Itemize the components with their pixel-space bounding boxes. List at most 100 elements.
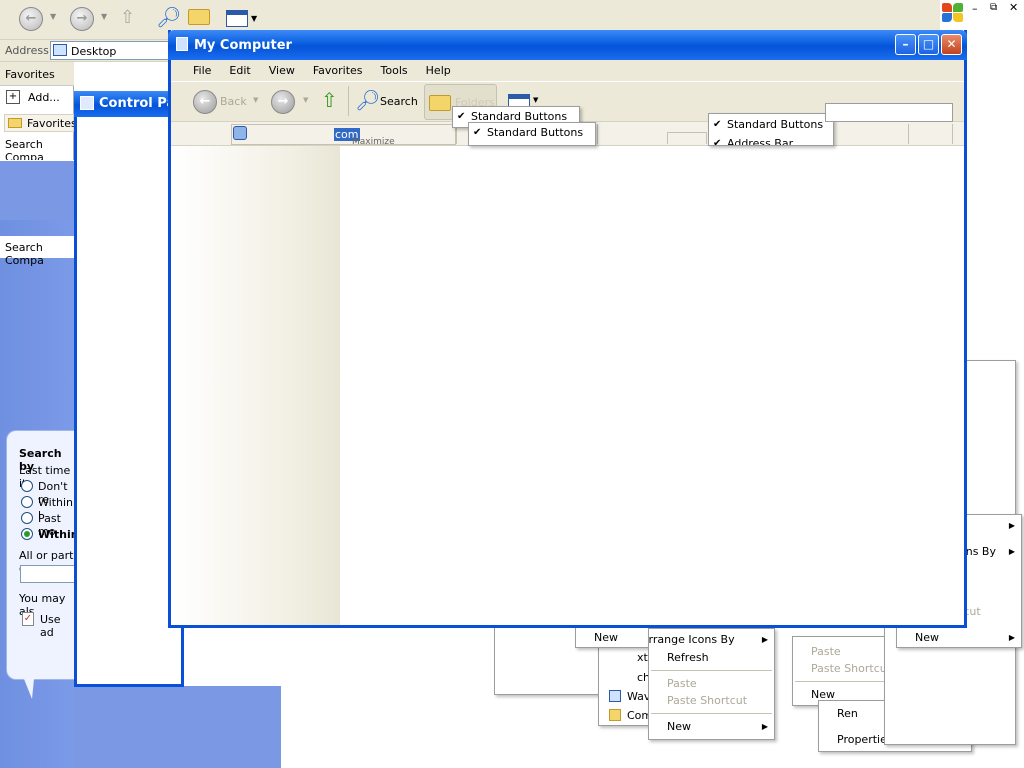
dropdown-arrow-icon[interactable]: ▼ — [533, 96, 538, 104]
views-icon[interactable] — [226, 10, 248, 27]
favorites-folder-label: Favorites — [27, 117, 77, 130]
address-value: Desktop — [71, 45, 117, 58]
menu-favorites[interactable]: Favorites — [304, 60, 372, 82]
part-of-name-input[interactable] — [20, 565, 76, 583]
dropdown-arrow-icon[interactable]: ▼ — [253, 96, 258, 104]
address-input[interactable]: com Maximize — [231, 124, 456, 145]
up-folder-icon[interactable]: ⇧ — [321, 88, 338, 112]
address-field[interactable]: Desktop — [50, 41, 180, 60]
back-icon[interactable]: ← — [19, 7, 43, 31]
menu-item-arrange-label: Arrange Icons By — [649, 633, 735, 646]
minimize-icon[interactable]: – — [972, 2, 978, 15]
address-bar: Address Desktop — [0, 40, 180, 62]
menu-item-paste[interactable]: Paste — [793, 643, 887, 660]
check-icon: ✔ — [457, 111, 466, 122]
desktop-icon — [53, 44, 67, 56]
menu-item-standard-buttons[interactable]: ✔ Standard Buttons — [709, 116, 833, 133]
menu-view[interactable]: View — [260, 60, 304, 82]
folders-icon[interactable] — [188, 9, 210, 25]
restore-icon[interactable]: ⧉ — [990, 2, 997, 13]
search-companion-label-2: Search Compa — [5, 241, 44, 267]
submenu-arrow-icon: ▶ — [1008, 521, 1015, 530]
submenu-arrow-icon: ▶ — [1008, 633, 1015, 642]
menu-item-refresh[interactable]: Refresh — [649, 649, 774, 666]
blank-menu-fragment — [825, 103, 953, 122]
close-button[interactable]: ✕ — [941, 34, 962, 55]
menu-item-paste[interactable]: Paste — [649, 675, 774, 692]
back-icon[interactable]: ← — [193, 90, 217, 114]
menu-item-standard-buttons[interactable]: ✔ Standard Buttons — [469, 124, 595, 141]
dropdown-arrow-icon[interactable]: ▼ — [303, 96, 308, 104]
add-favorite-label: Add... — [28, 91, 60, 104]
add-favorite-icon: + — [6, 90, 20, 104]
partial-item-1[interactable]: xt — [637, 651, 648, 664]
partial-item-3[interactable]: Wav — [627, 690, 650, 703]
menu-item-standard-buttons-label: Standard Buttons — [727, 118, 824, 131]
menu-item-new-label: New — [915, 631, 939, 644]
toolbars-menu-c: ✔ Standard Buttons ✔ Address Bar — [708, 113, 834, 146]
context-menu-center: Arrange Icons By ▶ Refresh Paste Paste S… — [648, 628, 775, 740]
search-companion-header: Search Compa — [0, 236, 74, 267]
dropdown-arrow-icon[interactable]: ▼ — [251, 14, 257, 23]
menu-item-standard-buttons-label: Standard Buttons — [487, 126, 584, 139]
favorites-folder-item[interactable]: Favorites — [4, 114, 77, 132]
search-icon[interactable]: 🔎︎ — [156, 5, 181, 29]
menu-item-paste-label: Paste — [811, 645, 841, 658]
up-folder-icon[interactable]: ⇧ — [120, 7, 135, 28]
favorites-header: Favorites — [0, 62, 74, 86]
menu-item-paste-shortcut[interactable]: Paste Shortcut — [793, 660, 887, 677]
folders-icon — [429, 95, 451, 111]
minimize-button[interactable]: – — [895, 34, 916, 55]
toolbar-separator — [348, 86, 349, 116]
my-computer-titlebar[interactable]: My Computer – □ ✕ — [168, 30, 967, 60]
advanced-checkbox-label: Use ad — [40, 613, 61, 639]
radio-option-3[interactable] — [21, 512, 33, 524]
maximize-button[interactable]: □ — [918, 34, 939, 55]
menu-tools[interactable]: Tools — [372, 60, 417, 82]
forward-icon[interactable]: → — [271, 90, 295, 114]
radio-option-4[interactable] — [21, 528, 33, 540]
back-label[interactable]: Back — [220, 95, 247, 108]
dropdown-arrow-icon[interactable]: ▼ — [50, 12, 56, 21]
menu-separator — [651, 670, 772, 671]
menu-bar: File Edit View Favorites Tools Help — [171, 60, 964, 82]
search-label[interactable]: Search — [380, 95, 418, 108]
dropdown-arrow-icon[interactable]: ▼ — [101, 12, 107, 21]
menu-item-arrange-icons[interactable]: Arrange Icons By ▶ — [649, 631, 774, 648]
menu-separator — [795, 681, 885, 682]
rebar-divider — [667, 132, 707, 144]
rebar-divider — [952, 124, 953, 144]
menu-help[interactable]: Help — [417, 60, 460, 82]
menu-file[interactable]: File — [184, 60, 220, 82]
folder-icon — [8, 118, 22, 128]
search-icon[interactable]: 🔎︎ — [355, 88, 380, 112]
submenu-arrow-icon: ▶ — [1008, 547, 1015, 556]
xp-logo-icon — [942, 3, 964, 23]
check-icon: ✔ — [713, 138, 722, 146]
address-label: Address — [5, 44, 49, 57]
rebar-divider — [597, 124, 598, 144]
menu-item-new[interactable]: New ▶ — [649, 718, 774, 735]
content-area — [340, 146, 964, 625]
favorites-header-label: Favorites — [5, 68, 55, 81]
toolbars-menu-b: ✔ Standard Buttons — [468, 122, 596, 146]
check-icon: ✔ — [473, 127, 482, 138]
menu-item-new[interactable]: New ▶ — [897, 629, 1021, 646]
control-panel-icon — [80, 96, 94, 110]
forward-icon[interactable]: → — [70, 7, 94, 31]
advanced-checkbox-icon[interactable]: ✓ — [22, 612, 34, 626]
add-favorite-button[interactable]: + Add... — [4, 88, 74, 108]
menu-item-refresh-label: Refresh — [667, 651, 709, 664]
menu-item-address-bar[interactable]: ✔ Address Bar — [709, 135, 833, 146]
radio-option-1[interactable] — [21, 480, 33, 492]
menu-edit[interactable]: Edit — [220, 60, 259, 82]
menu-item-rename-label: Ren — [837, 707, 858, 720]
my-computer-title: My Computer — [194, 38, 292, 53]
menu-item-paste-shortcut[interactable]: Paste Shortcut — [649, 692, 774, 709]
radio-option-2[interactable] — [21, 496, 33, 508]
radio-option-4-label: Within — [38, 528, 79, 541]
close-icon[interactable]: ✕ — [1009, 1, 1018, 14]
menu-item-paste-shortcut-label: Paste Shortcut — [667, 694, 748, 707]
folder-icon — [609, 709, 621, 721]
address-overlap-text: Maximize — [352, 137, 395, 145]
